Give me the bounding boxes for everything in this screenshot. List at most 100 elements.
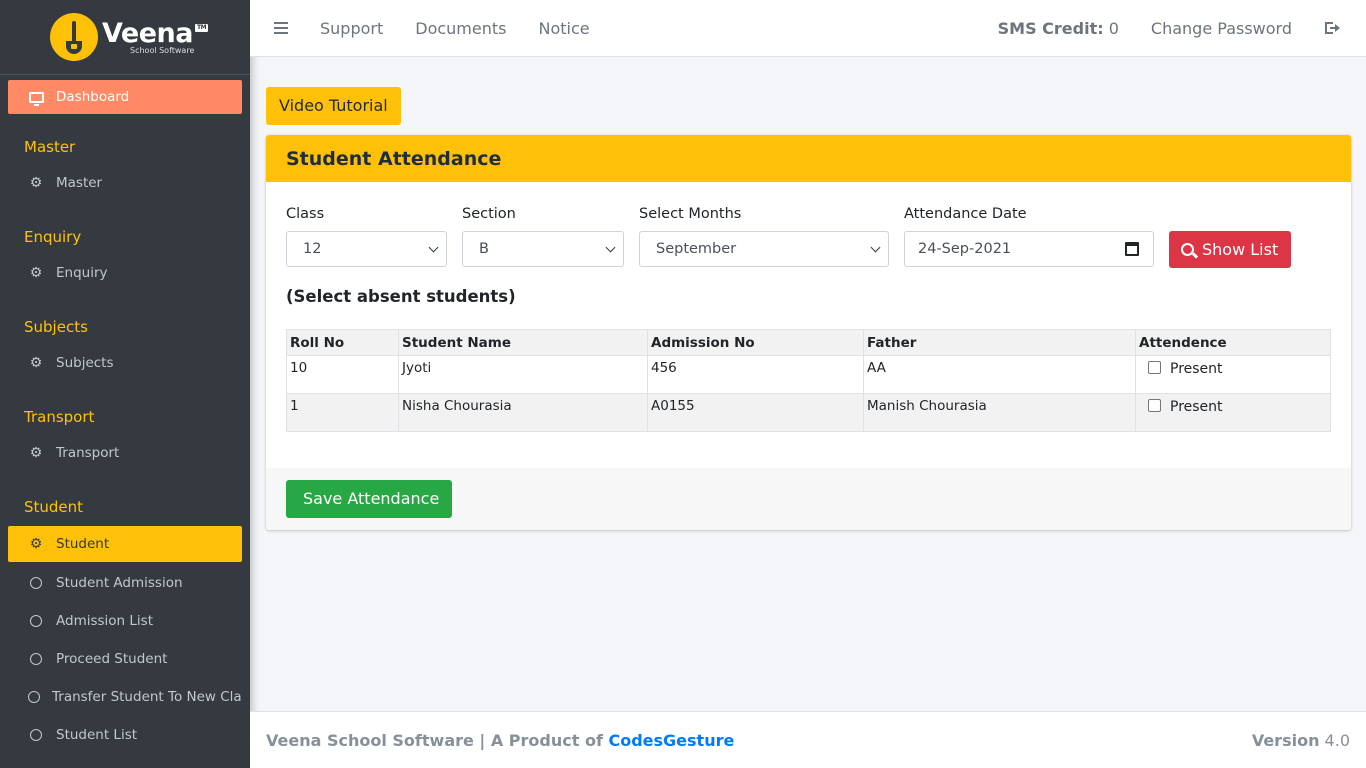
nav-link-notice[interactable]: Notice [538,19,589,38]
sidebar-item-dashboard[interactable]: Dashboard [8,80,242,114]
column-header: Admission No [647,329,864,356]
sidebar-item-proceed-student[interactable]: Proceed Student [8,640,242,678]
months-select[interactable]: September [639,231,889,267]
version-label: Version [1251,730,1320,750]
attendance-date-input[interactable]: 24-Sep-2021 [904,231,1154,267]
chevron-down-icon [428,242,439,252]
absent-note: (Select absent students) [286,287,516,306]
change-password-link[interactable]: Change Password [1151,19,1292,38]
monitor-icon [28,91,44,106]
roll-no-cell: 10 [286,355,399,394]
brand[interactable]: Veena TM School Software [0,0,250,75]
sidebar-item-label: Transfer Student To New Class [52,689,242,705]
sidebar-item-label: Enquiry [56,265,108,281]
sidebar-item-label: Transport [56,445,120,461]
sidebar-item-master[interactable]: ⚙ Master [8,166,242,200]
student-name-cell: Jyoti [398,355,648,394]
page-footer: Veena School Software | A Product of Cod… [250,711,1366,768]
footer-text: Veena School Software | A Product of [266,730,603,750]
circle-icon [28,653,44,665]
student-name-cell: Nisha Chourasia [398,393,648,432]
calendar-icon[interactable] [1125,242,1139,256]
sidebar-item-label: Student [56,536,110,552]
save-attendance-button[interactable]: Save Attendance [286,480,453,518]
father-cell: AA [863,355,1136,394]
sidebar: Veena TM School Software Dashboard Maste… [0,0,250,768]
section-label: Section [462,206,516,222]
gear-icon: ⚙ [29,265,43,281]
present-checkbox[interactable] [1148,399,1161,412]
top-navbar: Support Documents Notice SMS Credit: 0 C… [250,0,1366,57]
sidebar-item-label: Student List [56,727,138,743]
card-title: Student Attendance [286,147,502,170]
sidebar-item-student[interactable]: ⚙ Student [8,526,242,562]
video-tutorial-button[interactable]: Video Tutorial [266,87,401,125]
sidebar-item-student-list[interactable]: Student List [8,716,242,754]
class-label: Class [286,206,325,222]
class-select[interactable]: 12 [286,231,447,267]
attendance-cell: Present [1135,393,1331,432]
circle-icon [28,577,44,589]
version-info: Version 4.0 [1252,731,1350,750]
sidebar-item-label: Dashboard [56,89,130,105]
chevron-down-icon [870,242,881,252]
sidebar-item-subjects[interactable]: ⚙ Subjects [8,346,242,380]
nav-link-support[interactable]: Support [320,19,383,38]
roll-no-cell: 1 [286,393,399,432]
nav-link-documents[interactable]: Documents [415,19,506,38]
sidebar-item-label: Student Admission [56,575,183,591]
gear-icon: ⚙ [29,445,43,461]
nav-header-subjects: Subjects [24,318,88,336]
present-checkbox[interactable] [1148,361,1161,374]
nav-header-transport: Transport [24,408,95,426]
attendance-table: Roll No Student Name Admission No Father… [286,329,1331,432]
card-header: Student Attendance [266,135,1351,182]
column-header: Roll No [286,329,399,356]
circle-icon [28,615,44,627]
codesgesture-link[interactable]: CodesGesture [608,731,734,750]
date-label: Attendance Date [904,206,1027,222]
search-icon [1181,243,1194,256]
section-select-value: B [479,241,489,257]
sidebar-item-transfer-student[interactable]: Transfer Student To New Class [8,678,242,716]
column-header: Student Name [398,329,648,356]
months-label: Select Months [639,206,742,222]
sidebar-item-enquiry[interactable]: ⚙ Enquiry [8,256,242,290]
sms-credit-value: 0 [1108,18,1119,38]
sidebar-item-admission-list[interactable]: Admission List [8,602,242,640]
sidebar-item-label: Subjects [56,355,114,371]
section-select[interactable]: B [462,231,624,267]
card-body: Class 12 Section B Select Months Septemb… [266,182,1351,468]
brand-name: Veena [102,17,194,49]
gear-icon: ⚙ [29,536,43,552]
sidebar-item-student-admission[interactable]: Student Admission [8,564,242,602]
admission-no-cell: A0155 [647,393,864,432]
brand-subtitle: School Software [130,45,195,55]
nav-header-enquiry: Enquiry [24,228,82,246]
sms-credit-label: SMS Credit: [997,18,1104,38]
veena-logo-icon [50,13,98,61]
months-select-value: September [656,241,737,257]
brand-badge: TM [195,23,209,32]
nav-header-student: Student [24,498,84,516]
gear-icon: ⚙ [29,355,43,371]
table-row: 1 Nisha Chourasia A0155 Manish Chourasia… [286,393,1331,432]
attendance-cell: Present [1135,355,1331,394]
hamburger-menu-icon[interactable] [274,19,288,37]
attendance-date-value: 24-Sep-2021 [918,241,1012,257]
class-select-value: 12 [303,241,322,257]
sidebar-item-transport[interactable]: ⚙ Transport [8,436,242,470]
present-label[interactable]: Present [1170,361,1223,377]
present-label[interactable]: Present [1170,399,1223,415]
show-list-button[interactable]: Show List [1169,231,1292,268]
main-content: Video Tutorial Student Attendance Class … [266,87,1351,530]
filter-form: Class 12 Section B Select Months Septemb… [286,206,1331,268]
nav-header-master: Master [24,138,76,156]
logout-icon[interactable] [1324,19,1342,37]
card-footer: Save Attendance [266,468,1351,530]
column-header: Father [863,329,1136,356]
version-value: 4.0 [1324,730,1350,750]
table-header-row: Roll No Student Name Admission No Father… [286,329,1331,356]
table-row: 10 Jyoti 456 AA Present [286,355,1331,394]
father-cell: Manish Chourasia [863,393,1136,432]
